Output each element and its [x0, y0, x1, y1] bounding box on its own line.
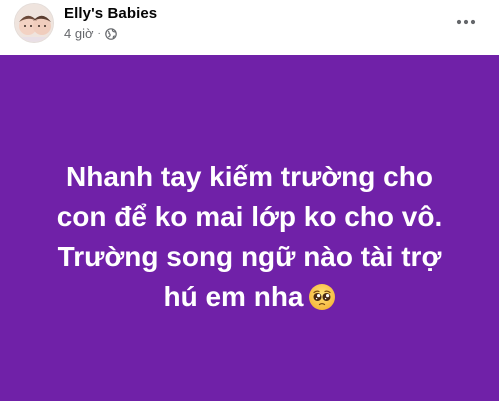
more-horizontal-icon: [456, 19, 476, 25]
author-name[interactable]: Elly's Babies: [64, 5, 157, 22]
post-meta: 4 giờ ·: [64, 26, 117, 41]
post-timestamp[interactable]: 4 giờ: [64, 26, 94, 41]
post-text-line: con để ko mai lớp ko cho vô.: [56, 201, 443, 232]
post-text-line-last: hú em nha: [30, 277, 470, 317]
pleading-face-icon: [308, 282, 336, 310]
meta-separator: ·: [97, 28, 101, 39]
post-text-line: hú em nha: [163, 281, 304, 312]
post-text: Nhanh tay kiếm trường cho con để ko mai …: [30, 157, 470, 317]
avatar-image: [15, 4, 53, 42]
post-text-line: Nhanh tay kiếm trường cho: [66, 161, 433, 192]
post-background: Nhanh tay kiếm trường cho con để ko mai …: [0, 55, 499, 401]
post-header: Elly's Babies 4 giờ ·: [0, 0, 499, 54]
avatar[interactable]: [14, 3, 54, 43]
globe-icon[interactable]: [105, 27, 117, 40]
facebook-post: Elly's Babies 4 giờ · Nhanh tay kiếm trư…: [0, 0, 499, 401]
more-options-button[interactable]: [452, 8, 480, 36]
post-text-line: Trường song ngữ nào tài trợ: [57, 241, 442, 272]
